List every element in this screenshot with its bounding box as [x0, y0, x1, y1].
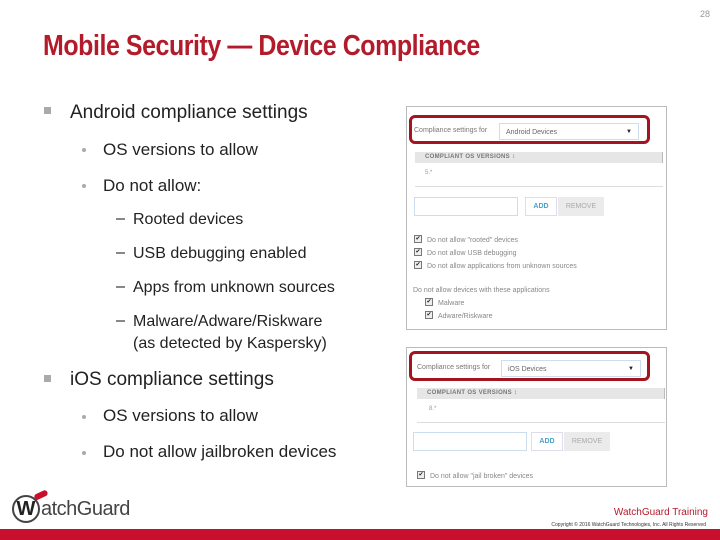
column-header-os-versions[interactable]: COMPLIANT OS VERSIONS ↕ [417, 388, 665, 399]
sub-bullet-unknown-sources: Apps from unknown sources [133, 279, 335, 296]
checkbox-label: Do not allow "jail broken" devices [430, 472, 534, 480]
footer-copyright: Copyright © 2016 WatchGuard Technologies… [551, 522, 706, 528]
sub-bullet-usb: USB debugging enabled [133, 245, 307, 262]
checkbox-jailbroken[interactable]: ✔ Do not allow "jail broken" devices [417, 471, 534, 480]
bullet-android: Android compliance settings [70, 102, 308, 123]
checkbox-label: Do not allow applications from unknown s… [427, 262, 577, 270]
footer-training-label: WatchGuard Training [613, 507, 708, 518]
checkbox-rooted[interactable]: ✔ Do not allow "rooted" devices [414, 235, 518, 244]
checkbox-label: Malware [438, 299, 465, 307]
dash-bullet-icon [116, 252, 125, 254]
dash-bullet-icon [116, 218, 125, 220]
column-header-os-versions[interactable]: COMPLIANT OS VERSIONS ↕ [415, 152, 663, 163]
checkbox-checked-icon[interactable]: ✔ [414, 248, 422, 256]
checkbox-checked-icon[interactable]: ✔ [414, 261, 422, 269]
os-version-input[interactable] [413, 432, 527, 451]
checkbox-checked-icon[interactable]: ✔ [414, 235, 422, 243]
sub-bullet-malware: Malware/Adware/Riskware [133, 313, 323, 330]
slide-title: Mobile Security — Device Compliance [43, 30, 480, 62]
os-version-input[interactable] [414, 197, 518, 216]
remove-button[interactable]: REMOVE [558, 197, 604, 216]
logo-text: atchGuard [41, 498, 130, 520]
os-version-value: 5.* [425, 170, 433, 176]
bullet-ios-jailbroken: Do not allow jailbroken devices [103, 442, 337, 461]
bullet-ios: iOS compliance settings [70, 369, 274, 390]
checkbox-checked-icon[interactable]: ✔ [425, 311, 433, 319]
checkbox-label: Do not allow USB debugging [427, 249, 517, 257]
android-highlight-box [409, 115, 650, 144]
checkbox-label: Adware/Riskware [438, 312, 493, 320]
square-bullet-icon [44, 375, 51, 382]
checkbox-adware[interactable]: ✔ Adware/Riskware [425, 311, 493, 320]
square-bullet-icon [44, 107, 51, 114]
dot-bullet-icon [82, 451, 86, 455]
bullet-android-do-not-allow: Do not allow: [103, 176, 202, 195]
checkbox-checked-icon[interactable]: ✔ [425, 298, 433, 306]
dot-bullet-icon [82, 415, 86, 419]
checkbox-label: Do not allow "rooted" devices [427, 236, 518, 244]
sub-bullet-rooted: Rooted devices [133, 211, 244, 228]
checkbox-malware[interactable]: ✔ Malware [425, 298, 465, 307]
os-version-value: 8.* [429, 406, 437, 412]
dash-bullet-icon [116, 286, 125, 288]
add-button[interactable]: ADD [531, 432, 563, 451]
checkbox-usb-debugging[interactable]: ✔ Do not allow USB debugging [414, 248, 517, 257]
sub-bullet-malware-note: (as detected by Kaspersky) [133, 335, 327, 352]
row-divider [417, 422, 665, 423]
watchguard-logo: W atchGuard [12, 489, 130, 527]
dot-bullet-icon [82, 148, 86, 152]
dot-bullet-icon [82, 184, 86, 188]
remove-button[interactable]: REMOVE [564, 432, 610, 451]
apps-section-label: Do not allow devices with these applicat… [413, 287, 550, 294]
ios-highlight-box [409, 351, 650, 381]
page-number: 28 [699, 9, 710, 19]
bullet-ios-os-versions: OS versions to allow [103, 406, 258, 425]
bullet-android-os-versions: OS versions to allow [103, 140, 258, 159]
add-button[interactable]: ADD [525, 197, 557, 216]
checkbox-checked-icon[interactable]: ✔ [417, 471, 425, 479]
dash-bullet-icon [116, 320, 125, 322]
checkbox-unknown-sources[interactable]: ✔ Do not allow applications from unknown … [414, 261, 577, 270]
row-divider [415, 186, 663, 187]
footer-bar [0, 529, 720, 540]
